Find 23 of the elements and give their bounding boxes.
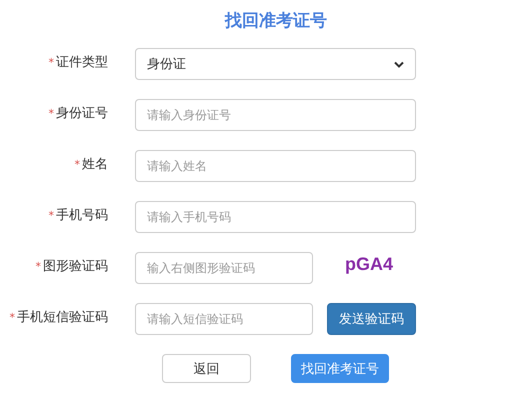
required-mark: * <box>48 209 54 222</box>
field-label: 图形验证码 <box>43 259 108 274</box>
input-field[interactable]: 请输入短信验证码 <box>135 303 313 335</box>
field-label: 手机短信验证码 <box>17 310 108 325</box>
required-mark: * <box>74 158 80 171</box>
required-mark: * <box>10 311 15 324</box>
field-label: 身份证号 <box>56 106 108 121</box>
input-field[interactable]: 请输入身份证号 <box>135 99 416 131</box>
chevron-icon <box>394 60 404 68</box>
required-mark: * <box>48 56 54 69</box>
field-label: 证件类型 <box>56 55 108 70</box>
field-label: 手机号码 <box>56 208 108 223</box>
captcha-image[interactable]: pGA4 <box>345 254 394 275</box>
required-mark: * <box>48 107 54 120</box>
form-title: 找回准考证号 <box>224 10 328 33</box>
back-button[interactable]: 返回 <box>162 354 251 383</box>
input-field[interactable]: 请输入姓名 <box>135 150 416 182</box>
input-field[interactable]: 输入右侧图形验证码 <box>135 252 313 284</box>
select-field[interactable]: 身份证 <box>135 48 416 80</box>
required-mark: * <box>36 260 41 273</box>
input-field[interactable]: 请输入手机号码 <box>135 201 416 233</box>
field-label: 姓名 <box>82 157 108 172</box>
send-code-button[interactable]: 发送验证码 <box>327 303 416 335</box>
